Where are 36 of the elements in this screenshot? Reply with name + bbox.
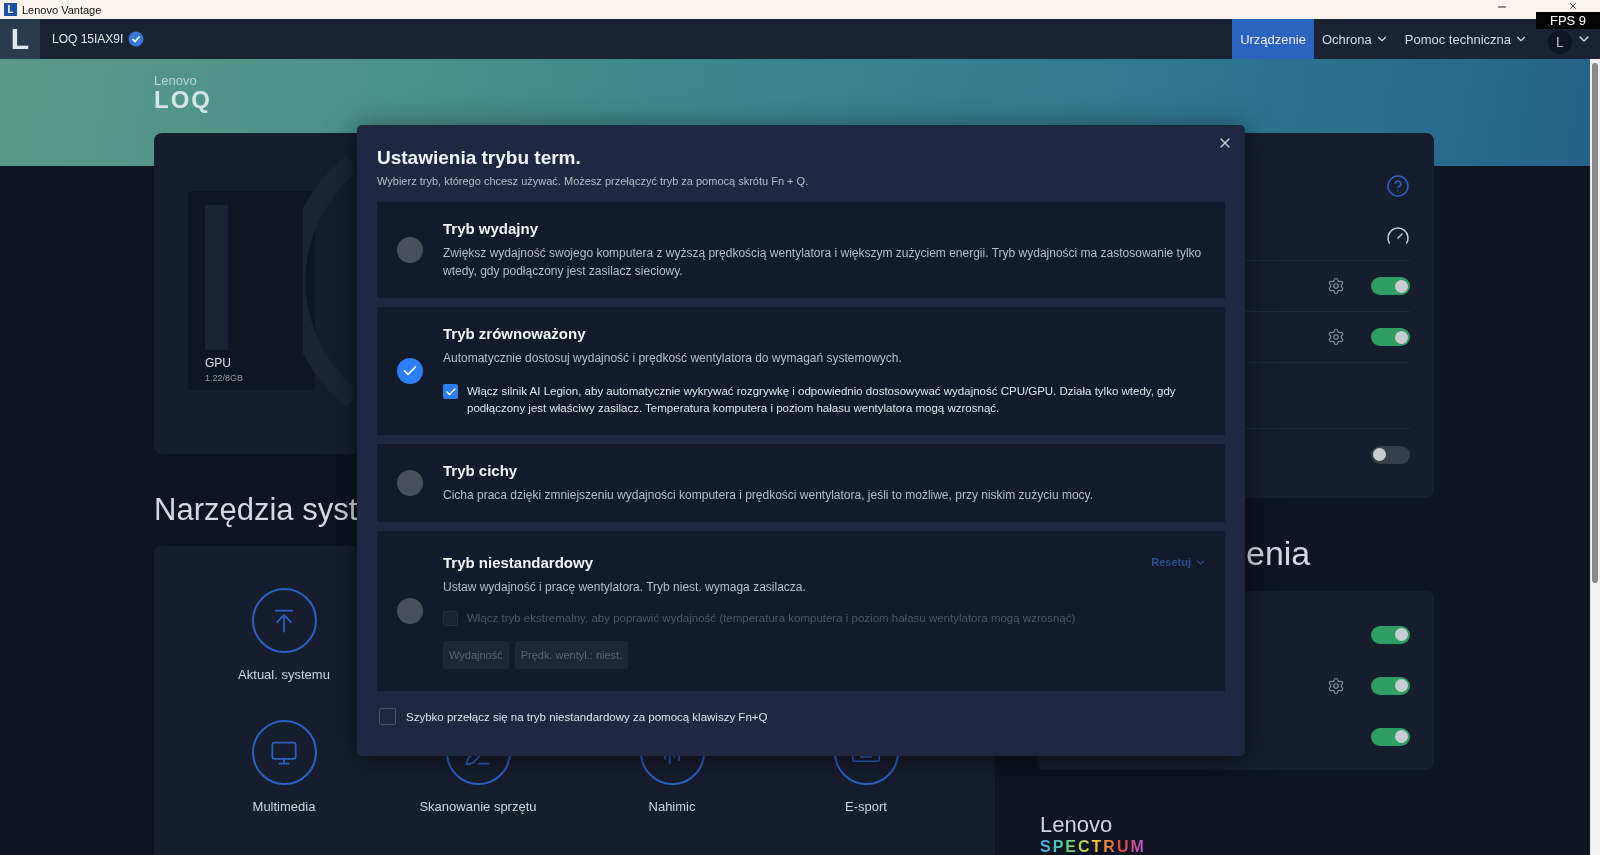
- product-logo: SPECTRUM: [1040, 838, 1146, 855]
- mode-title: Tryb cichy: [443, 462, 518, 479]
- tool-label: Multimedia: [252, 799, 316, 814]
- dialog-title: Ustawienia trybu term.: [377, 147, 582, 169]
- checkbox-label: Włącz silnik AI Legion, aby automatycznie wykrywać rozgrywkę i odpowiednio dostosowywać wydajność CPU/GPU. Działa tylko wtedy, gdy podłączony jest właściwy zasilacz. Temperatura komputera i poziom hałasu wentylatora mogą wzrosnąć.: [467, 384, 1177, 416]
- mode-option[interactable]: Tryb cichy Cicha praca dzięki zmniejszeniu wydajności komputera i prędkości wentylatora, jeśli to możliwe, przy niskim zużyciu mocy.: [377, 444, 1225, 522]
- nav-tab[interactable]: Urządzenie: [1232, 19, 1314, 59]
- tool-label: Skanowanie sprzętu: [419, 799, 537, 814]
- mode-title: Tryb zrównoważony: [443, 325, 586, 342]
- nav-tab[interactable]: Pomoc techniczna: [1396, 19, 1536, 59]
- tool-label: E-sport: [845, 799, 887, 814]
- section-heading: enia: [1246, 534, 1311, 572]
- product-logo: LOQ: [154, 86, 213, 114]
- tool-label: Nahimic: [648, 799, 696, 814]
- mode-description: Automatycznie dostosuj wydajność i prędkość wentylatora do wymagań systemowych.: [443, 350, 903, 367]
- section-heading: Narzędzia syst: [154, 492, 358, 527]
- checkbox-label: Szybko przełącz się na tryb niestandardowy za pomocą klawiszy Fn+Q: [406, 710, 768, 723]
- nav-tab[interactable]: Ochrona: [1313, 19, 1397, 59]
- mode-description: Cicha praca dzięki zmniejszeniu wydajności komputera i prędkości wentylatora, jeśli to możliwe, przy niskim zużyciu mocy.: [443, 487, 1094, 504]
- gpu-usage: 1.22/8GB: [205, 373, 245, 383]
- fps-counter: FPS 9: [1536, 12, 1600, 29]
- mode-description: Ustaw wydajność i pracę wentylatora. Tryb niest. wymaga zasilacza.: [443, 578, 807, 596]
- mode-description: Zwiększ wydajność swojego komputera z wyższą prędkością wentylatora i większym zużyciem energii. Tryb wydajności ma zastosowanie tylko wtedy, gdy podłączony jest zasilacz sieciowy.: [443, 245, 1203, 280]
- device-name: LOQ 15IAX9I: [52, 32, 124, 46]
- dialog-subtitle: Wybierz tryb, którego chcesz używać. Możesz przełączyć tryb za pomocą skrótu Fn + Q.: [377, 175, 810, 187]
- mode-option[interactable]: Tryb wydajny Zwiększ wydajność swojego komputera z wyższą prędkością wentylatora i większym zużyciem energii. Tryb wydajności ma zastosowanie tylko wtedy, gdy podłączony jest zasilacz sieciowy.: [377, 202, 1225, 298]
- user-avatar[interactable]: L: [1548, 30, 1572, 54]
- brand-logo[interactable]: L: [0, 19, 40, 59]
- gpu-label: GPU: [205, 356, 232, 370]
- brand-name: Lenovo: [154, 73, 198, 88]
- mode-title: Tryb wydajny: [443, 220, 539, 237]
- tool-label: Aktual. systemu: [238, 667, 330, 682]
- brand-name: Lenovo: [1040, 812, 1114, 838]
- window-title: Lenovo Vantage: [22, 3, 102, 16]
- app-logo: L: [4, 3, 17, 16]
- mode-title: Tryb niestandardowy: [443, 553, 594, 571]
